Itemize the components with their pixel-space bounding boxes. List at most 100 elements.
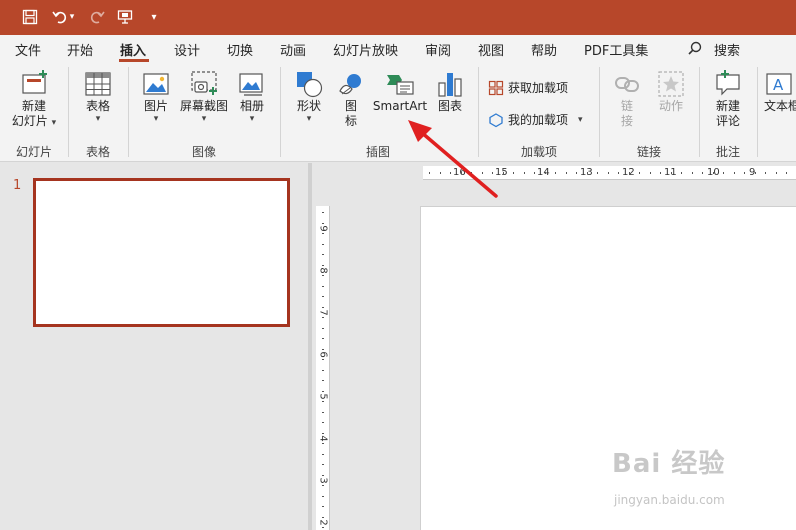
ruler-tick: [322, 359, 324, 360]
picture-icon: [141, 69, 171, 99]
new-slide-button[interactable]: 新建 幻灯片 ▾: [8, 69, 60, 129]
undo-button[interactable]: ▾: [48, 6, 78, 28]
present-icon[interactable]: [114, 6, 136, 28]
pictures-button[interactable]: 图片 ▾: [136, 69, 176, 124]
ruler-tick: [765, 172, 766, 174]
ruler-number: 15: [495, 167, 508, 178]
new-slide-icon: [19, 69, 49, 99]
my-addins-label: 我的加载项: [508, 113, 569, 127]
ribbon: 新建 幻灯片 ▾ 幻灯片 表格 ▾ 表格 图片 ▾ 屏幕截图 ▾ 相册 ▾ 图像: [0, 63, 796, 162]
my-addins-icon: [488, 112, 504, 128]
ruler-tick: [712, 172, 714, 174]
action-button[interactable]: 动作: [652, 69, 690, 114]
table-button[interactable]: 表格 ▾: [76, 69, 120, 124]
ruler-tick: [322, 285, 324, 287]
comment-icon: [713, 69, 743, 99]
screenshot-icon: [189, 69, 219, 99]
ruler-tick: [322, 390, 324, 392]
tab-file[interactable]: 文件: [15, 40, 41, 59]
tab-help[interactable]: 帮助: [531, 40, 557, 59]
ruler-tick: [322, 348, 324, 350]
ruler-tick: [322, 317, 324, 318]
shapes-label: 形状: [296, 99, 321, 113]
ruler-tick: [322, 233, 324, 234]
icons-icon: [336, 69, 366, 99]
active-tab-indicator: [119, 59, 149, 62]
svg-text:A: A: [773, 76, 784, 94]
photo-album-button[interactable]: 相册 ▾: [232, 69, 272, 124]
horizontal-ruler: 16 15 14 13 12 11 10 9: [423, 166, 796, 180]
ruler-tick: [576, 172, 577, 174]
tab-design[interactable]: 设计: [174, 40, 200, 59]
tab-slideshow[interactable]: 幻灯片放映: [333, 40, 398, 59]
ruler-tick: [322, 296, 324, 297]
group-label-links: 链接: [636, 145, 661, 159]
save-icon[interactable]: [18, 6, 42, 28]
new-comment-label-1: 新建: [715, 99, 740, 113]
group-separator: [68, 67, 69, 157]
ruler-tick: [754, 172, 756, 174]
smartart-button[interactable]: SmartArt: [370, 69, 430, 114]
slide-thumbnail[interactable]: [33, 178, 290, 327]
tab-home[interactable]: 开始: [67, 40, 93, 59]
tab-pdf-tools[interactable]: PDF工具集: [584, 40, 648, 59]
get-addins-button[interactable]: 获取加载项: [488, 79, 568, 96]
ruler-tick: [429, 172, 430, 174]
ruler-tick: [322, 264, 324, 266]
icons-label-2: 标: [344, 114, 357, 128]
customize-qat-icon[interactable]: ▾: [146, 6, 162, 28]
textbox-button[interactable]: A 文本框: [764, 69, 796, 114]
ruler-tick: [322, 222, 324, 224]
ruler-tick: [607, 172, 609, 174]
pictures-caret: ▾: [153, 114, 159, 124]
group-label-tables: 表格: [85, 145, 110, 159]
link-button[interactable]: 链 接: [608, 69, 646, 129]
ruler-tick: [744, 172, 745, 174]
ruler-tick: [322, 453, 324, 455]
group-separator: [699, 67, 700, 157]
ruler-tick: [597, 172, 598, 174]
link-icon: [612, 69, 642, 99]
tab-review[interactable]: 审阅: [425, 40, 451, 59]
shapes-button[interactable]: 形状 ▾: [288, 69, 330, 124]
ruler-tick: [670, 172, 672, 174]
pictures-label: 图片: [143, 99, 168, 113]
smartart-label: SmartArt: [372, 99, 428, 113]
ruler-tick: [523, 172, 525, 174]
ruler-tick: [660, 172, 661, 174]
ruler-tick: [322, 212, 324, 213]
chart-label: 图表: [437, 99, 462, 113]
icons-button[interactable]: 图 标: [334, 69, 368, 129]
ruler-tick: [322, 422, 324, 423]
chart-icon: [435, 69, 465, 99]
watermark-logo: Bai 经验: [612, 449, 726, 479]
tab-insert[interactable]: 插入: [120, 40, 146, 59]
tab-transitions[interactable]: 切换: [227, 40, 253, 59]
search-label[interactable]: 搜索: [714, 40, 740, 59]
shapes-icon: [294, 69, 324, 99]
new-comment-button[interactable]: 新建 评论: [708, 69, 748, 129]
ruler-number: 14: [537, 167, 550, 178]
link-label-1: 链: [620, 99, 633, 113]
ruler-tick: [450, 172, 451, 174]
group-separator: [757, 67, 758, 157]
tab-view[interactable]: 视图: [478, 40, 504, 59]
ruler-tick: [322, 243, 324, 245]
my-addins-button[interactable]: 我的加载项 ▾: [488, 111, 583, 128]
ruler-tick: [322, 327, 324, 329]
chart-button[interactable]: 图表: [432, 69, 468, 114]
ruler-tick: [786, 172, 787, 174]
ruler-tick: [322, 306, 324, 308]
action-star-icon: [656, 69, 686, 99]
photo-album-label: 相册: [239, 99, 264, 113]
ruler-tick: [322, 401, 324, 402]
screenshot-button[interactable]: 屏幕截图 ▾: [178, 69, 230, 124]
screenshot-caret: ▾: [201, 114, 207, 124]
ruler-tick: [502, 172, 504, 174]
tab-animations[interactable]: 动画: [280, 40, 306, 59]
search-icon[interactable]: [688, 41, 702, 59]
ruler-tick: [439, 172, 441, 174]
table-label: 表格: [85, 99, 110, 113]
undo-caret[interactable]: ▾: [70, 12, 75, 22]
ruler-tick: [775, 172, 777, 174]
